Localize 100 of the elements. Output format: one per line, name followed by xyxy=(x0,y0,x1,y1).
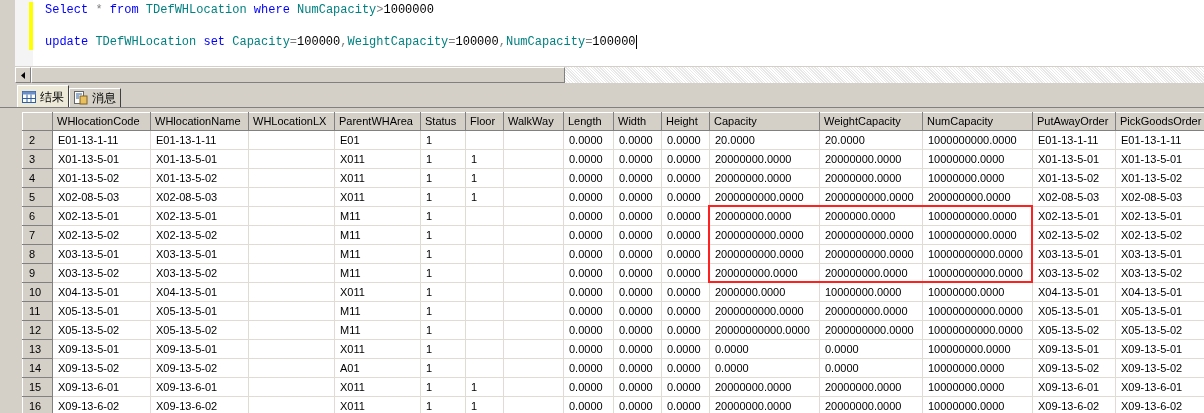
table-cell: 0.0000 xyxy=(569,399,603,412)
column-header[interactable]: WalkWay xyxy=(503,112,564,131)
table-cell: M11 xyxy=(340,228,361,241)
table-cell: 0.0000 xyxy=(619,361,653,374)
table-cell: 20000000.0000 xyxy=(715,209,792,222)
code-token: NumCapacity xyxy=(505,34,586,50)
code-token: = xyxy=(289,34,298,50)
table-cell: 0.0000 xyxy=(619,171,653,184)
column-header[interactable]: Status xyxy=(420,112,466,131)
table-cell: X03-13-5-01 xyxy=(1038,247,1100,260)
code-token: set xyxy=(203,34,226,50)
table-cell: 20000000.0000 xyxy=(825,171,902,184)
table-cell: 1 xyxy=(426,171,433,184)
column-header[interactable]: ParentWHArea xyxy=(334,112,421,131)
horizontal-scrollbar[interactable] xyxy=(15,66,1204,84)
table-cell: 20000000.0000 xyxy=(715,399,792,412)
table-cell: 0.0000 xyxy=(619,247,653,260)
table-cell: 1 xyxy=(426,266,433,279)
table-cell: 20000000.0000 xyxy=(825,399,902,412)
table-cell: 1 xyxy=(426,380,433,393)
scroll-left-button[interactable] xyxy=(15,67,31,83)
column-header[interactable]: WHlocationName xyxy=(150,112,249,131)
table-cell: 0.0000 xyxy=(569,152,603,165)
table-cell: 0.0000 xyxy=(667,266,701,279)
table-cell: 1000000000.0000 xyxy=(928,228,1017,241)
table-cell: X02-13-5-02 xyxy=(1038,228,1100,241)
table-cell: X01-13-5-02 xyxy=(58,171,120,184)
column-header[interactable]: Height xyxy=(661,112,710,131)
grid-icon xyxy=(22,90,36,103)
table-cell: X011 xyxy=(340,399,365,412)
table-cell: X05-13-5-02 xyxy=(1038,323,1100,336)
table-cell: 0.0000 xyxy=(667,171,701,184)
table-cell: X04-13-5-01 xyxy=(1121,285,1183,298)
table-cell: X03-13-5-01 xyxy=(156,247,218,260)
table-cell: X05-13-5-02 xyxy=(58,323,120,336)
column-header[interactable]: Width xyxy=(613,112,662,131)
table-cell: A01 xyxy=(340,361,360,374)
table-cell: 10000000.0000 xyxy=(825,285,902,298)
table-cell: 0.0000 xyxy=(619,323,653,336)
table-cell: M11 xyxy=(340,209,361,222)
table-cell: 10000000.0000 xyxy=(928,399,1005,412)
table-cell: 1 xyxy=(471,399,478,412)
result-tab[interactable]: 结果 xyxy=(17,85,69,107)
column-header[interactable]: WeightCapacity xyxy=(819,112,923,131)
table-cell: X03-13-5-02 xyxy=(58,266,120,279)
table-cell: 20.0000 xyxy=(825,133,865,146)
table-cell: X04-13-5-01 xyxy=(156,285,218,298)
code-token: = xyxy=(585,34,593,50)
table-cell: 1 xyxy=(426,247,433,260)
table-cell: X09-13-5-02 xyxy=(58,361,120,374)
table-cell: X02-08-5-03 xyxy=(156,190,218,203)
column-header[interactable]: NumCapacity xyxy=(922,112,1033,131)
table-cell: X09-13-5-01 xyxy=(58,342,120,355)
table-cell: X09-13-6-01 xyxy=(58,380,120,393)
table-cell: 0.0000 xyxy=(619,152,653,165)
table-cell: 0.0000 xyxy=(715,361,749,374)
table-cell: 0.0000 xyxy=(619,266,653,279)
column-header[interactable]: PutAwayOrder xyxy=(1032,112,1116,131)
table-cell: 10000000000.0000 xyxy=(928,304,1023,317)
table-cell: X011 xyxy=(340,285,365,298)
table-cell: 10000000.0000 xyxy=(928,361,1005,374)
table-cell: X03-13-5-01 xyxy=(1121,247,1183,260)
table-cell: X02-08-5-03 xyxy=(1038,190,1100,203)
column-header[interactable]: Floor xyxy=(465,112,504,131)
table-cell: 0.0000 xyxy=(569,266,603,279)
table-cell: 1 xyxy=(426,190,433,203)
table-cell: 0.0000 xyxy=(667,285,701,298)
table-cell: E01-13-1-11 xyxy=(1038,133,1099,146)
column-header[interactable]: PickGoodsOrder xyxy=(1115,112,1204,131)
table-cell: E01-13-1-11 xyxy=(156,133,217,146)
column-header[interactable]: Capacity xyxy=(709,112,820,131)
table-cell: 2000000000.0000 xyxy=(715,247,804,260)
column-header[interactable]: WHLocationLX xyxy=(248,112,335,131)
table-cell: X04-13-5-01 xyxy=(1038,285,1100,298)
table-cell: 20000000.0000 xyxy=(715,152,792,165)
table-cell: 20000000000.0000 xyxy=(715,323,810,336)
table-cell: 20000000.0000 xyxy=(715,380,792,393)
result-tab[interactable]: 消息 xyxy=(69,88,121,107)
table-cell: 2000000000.0000 xyxy=(715,228,804,241)
table-cell: 200000000.0000 xyxy=(715,266,798,279)
table-cell: 0.0000 xyxy=(619,399,653,412)
column-header[interactable]: Length xyxy=(563,112,614,131)
code-token: TDefWHLocation xyxy=(144,2,248,18)
table-cell: 0.0000 xyxy=(569,304,603,317)
table-cell: 10000000.0000 xyxy=(928,380,1005,393)
table-cell: 0.0000 xyxy=(569,380,603,393)
table-cell: X02-13-5-01 xyxy=(156,209,218,222)
table-cell: 10000000.0000 xyxy=(928,171,1005,184)
code-token: * xyxy=(94,2,104,18)
table-cell: X02-08-5-03 xyxy=(1121,190,1183,203)
table-cell: 2000000000.0000 xyxy=(825,247,914,260)
table-cell: X02-13-5-02 xyxy=(1121,228,1183,241)
table-cell: M11 xyxy=(340,247,361,260)
column-header[interactable]: WHlocationCode xyxy=(52,112,151,131)
table-cell: 0.0000 xyxy=(667,209,701,222)
scroll-thumb[interactable] xyxy=(31,67,565,83)
table-cell: 1 xyxy=(426,304,433,317)
table-cell: X05-13-5-01 xyxy=(156,304,218,317)
table-cell: 0.0000 xyxy=(825,361,859,374)
table-cell: 100000000.0000 xyxy=(928,342,1011,355)
